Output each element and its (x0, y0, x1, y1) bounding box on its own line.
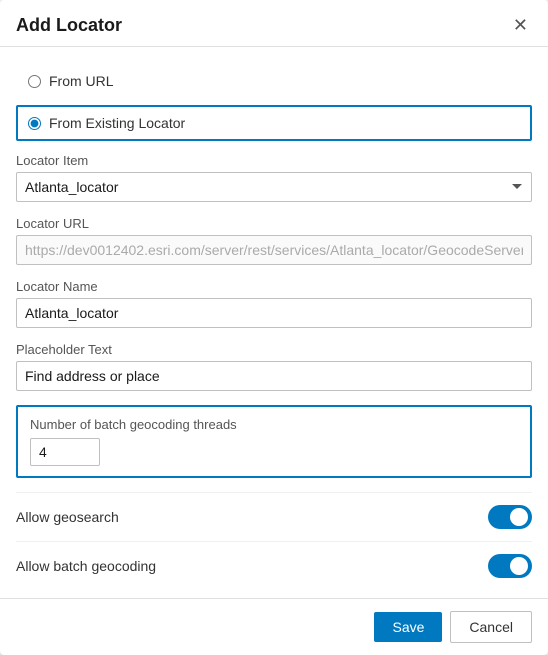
save-button[interactable]: Save (374, 612, 442, 642)
allow-geosearch-toggle[interactable] (488, 505, 532, 529)
locator-url-input[interactable] (16, 235, 532, 265)
allow-batch-row: Allow batch geocoding (16, 541, 532, 590)
allow-geosearch-label: Allow geosearch (16, 509, 119, 525)
locator-name-group: Locator Name (16, 279, 532, 328)
add-locator-dialog: Add Locator ✕ From URL From Existing Loc… (0, 0, 548, 655)
dialog-title: Add Locator (16, 15, 122, 36)
batch-threads-input[interactable] (30, 438, 100, 466)
placeholder-text-group: Placeholder Text (16, 342, 532, 391)
locator-url-label: Locator URL (16, 216, 532, 231)
locator-item-label: Locator Item (16, 153, 532, 168)
allow-batch-label: Allow batch geocoding (16, 558, 156, 574)
cancel-button[interactable]: Cancel (450, 611, 532, 643)
close-button[interactable]: ✕ (509, 14, 532, 36)
dialog-footer: Save Cancel (0, 598, 548, 655)
placeholder-text-input[interactable] (16, 361, 532, 391)
from-url-radio[interactable] (28, 75, 41, 88)
locator-name-input[interactable] (16, 298, 532, 328)
dialog-header: Add Locator ✕ (0, 0, 548, 47)
allow-batch-toggle[interactable] (488, 554, 532, 578)
from-existing-option[interactable]: From Existing Locator (16, 105, 532, 141)
from-url-label: From URL (49, 73, 114, 89)
allow-geosearch-row: Allow geosearch (16, 492, 532, 541)
batch-threads-label: Number of batch geocoding threads (30, 417, 518, 432)
batch-threads-section: Number of batch geocoding threads (16, 405, 532, 478)
locator-url-group: Locator URL (16, 216, 532, 265)
locator-item-group: Locator Item Atlanta_locator (16, 153, 532, 202)
from-existing-radio[interactable] (28, 117, 41, 130)
locator-name-label: Locator Name (16, 279, 532, 294)
allow-batch-slider (488, 554, 532, 578)
from-url-option[interactable]: From URL (16, 63, 532, 99)
from-existing-label: From Existing Locator (49, 115, 185, 131)
placeholder-text-label: Placeholder Text (16, 342, 532, 357)
source-radio-group: From URL From Existing Locator (16, 63, 532, 141)
dialog-body: From URL From Existing Locator Locator I… (0, 47, 548, 598)
locator-item-select[interactable]: Atlanta_locator (16, 172, 532, 202)
allow-geosearch-slider (488, 505, 532, 529)
